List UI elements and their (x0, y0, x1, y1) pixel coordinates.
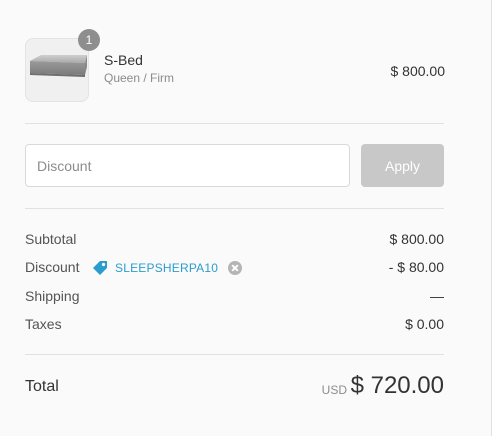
product-line-item: 1 S-Bed Queen / Firm $ 800.00 (25, 29, 446, 102)
discount-code: SLEEPSHERPA10 (115, 261, 219, 275)
product-title: S-Bed (104, 52, 143, 68)
subtotal-row: Subtotal $ 800.00 (25, 231, 444, 251)
tag-icon (93, 261, 107, 275)
order-summary: 1 S-Bed Queen / Firm $ 800.00 Apply Subt… (0, 0, 492, 436)
divider (25, 354, 444, 355)
mattress-image (30, 55, 87, 77)
subtotal-label: Subtotal (25, 231, 77, 247)
quantity-badge: 1 (78, 29, 100, 51)
divider (25, 123, 444, 124)
shipping-label: Shipping (25, 288, 80, 304)
divider (25, 208, 444, 209)
discount-input[interactable] (25, 144, 350, 187)
product-variant: Queen / Firm (104, 71, 175, 85)
remove-discount-icon[interactable] (228, 261, 243, 275)
subtotal-value: $ 800.00 (389, 231, 445, 247)
currency-code: USD (321, 383, 347, 397)
discount-row: Discount SLEEPSHERPA10 - $ 80.00 (25, 259, 444, 279)
discount-value: - $ 80.00 (388, 259, 444, 275)
discount-label: Discount (25, 259, 80, 275)
shipping-value: — (430, 288, 444, 304)
taxes-row: Taxes $ 0.00 (25, 316, 444, 336)
shipping-row: Shipping — (25, 288, 444, 308)
discount-code-tag: SLEEPSHERPA10 (92, 258, 243, 278)
product-thumbnail: 1 (25, 29, 100, 102)
product-price: $ 800.00 (390, 63, 446, 79)
apply-button[interactable]: Apply (361, 144, 444, 187)
taxes-label: Taxes (25, 316, 62, 332)
total-value: $ 720.00 (350, 372, 444, 399)
total-row: Total USD $ 720.00 (25, 372, 444, 404)
total-label: Total (25, 378, 59, 395)
taxes-value: $ 0.00 (405, 316, 444, 332)
